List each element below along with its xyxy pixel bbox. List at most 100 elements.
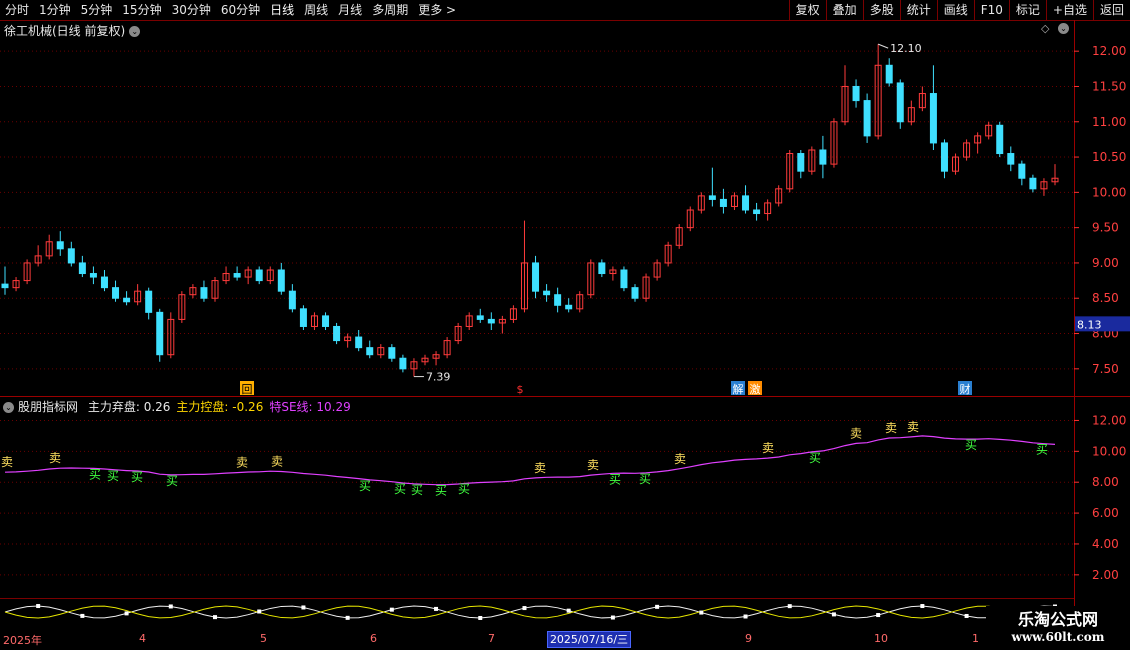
oscillator-yellow-line <box>4 605 1056 619</box>
oscillator-dot <box>610 615 615 620</box>
candle-body <box>56 241 64 250</box>
candle-body <box>277 269 285 292</box>
indicator-name: 股朋指标网 <box>18 400 79 414</box>
date-cursor-label: 2025/07/16/三 <box>547 631 631 648</box>
event-marker-0: 回 <box>242 383 253 396</box>
buy-signal: 买 <box>639 472 651 486</box>
sell-signal: 卖 <box>1 455 13 469</box>
date-label-6: 9 <box>745 632 752 645</box>
date-label-8: 1 <box>972 632 979 645</box>
indicator-axis-label: 2.00 <box>1092 568 1119 582</box>
buy-signal: 买 <box>89 467 101 481</box>
buy-signal: 买 <box>965 438 977 452</box>
oscillator-dot <box>964 613 969 618</box>
watermark-url: www.60lt.com <box>1011 630 1105 644</box>
oscillator-dot <box>831 612 836 617</box>
event-marker-2: 解 <box>733 382 744 396</box>
oscillator-white-line <box>4 605 1056 619</box>
candle-body <box>366 347 374 356</box>
indicator-value-0: 主力弃盘: 0.26 <box>87 400 171 414</box>
candle-body <box>819 149 827 165</box>
oscillator-dot <box>699 610 704 615</box>
buy-signal: 买 <box>394 482 406 496</box>
oscillator-dot <box>787 604 792 609</box>
buy-signal: 买 <box>166 474 178 488</box>
candle-body <box>532 262 540 292</box>
candle-body <box>355 336 363 349</box>
oscillator-dot <box>257 609 262 614</box>
oscillator-dot <box>743 614 748 619</box>
candle-body <box>565 304 573 310</box>
candle-body <box>620 269 628 289</box>
buy-signal: 买 <box>131 470 143 484</box>
candle-body <box>233 273 241 278</box>
candle-body <box>322 315 330 327</box>
event-marker-3: 激 <box>750 382 761 396</box>
candle-body <box>885 64 893 84</box>
price-label: 9.00 <box>1092 256 1119 270</box>
buy-signal: 买 <box>107 469 119 483</box>
candle-body <box>100 276 108 289</box>
candle-body <box>67 248 75 264</box>
price-label: 12.00 <box>1092 44 1126 58</box>
se-line <box>4 435 1056 486</box>
date-label-4: 7 <box>488 632 495 645</box>
oscillator-dot <box>80 613 85 618</box>
sell-signal: 卖 <box>236 456 248 470</box>
sell-signal: 卖 <box>885 421 897 435</box>
candle-body <box>929 93 937 144</box>
candle-body <box>896 82 904 123</box>
candle-body <box>333 325 341 342</box>
candle-body <box>123 297 131 303</box>
oscillator-dot <box>434 606 439 611</box>
oscillator-dot <box>522 606 527 611</box>
candle-body <box>200 287 208 299</box>
event-marker-4: 财 <box>960 382 971 396</box>
candle-body <box>399 357 407 370</box>
watermark-title: 乐淘公式网 <box>1017 610 1098 629</box>
candle-body <box>940 142 948 172</box>
candle-body <box>1 283 9 289</box>
price-label: 7.50 <box>1092 362 1119 376</box>
indicator-values: 主力弃盘: 0.26 主力控盘: -0.26 特SE线: 10.29 <box>82 400 351 414</box>
sell-signal: 卖 <box>587 458 599 472</box>
indicator-axis-label: 12.00 <box>1092 413 1126 427</box>
candle-body <box>476 315 484 320</box>
buy-signal: 买 <box>458 482 470 496</box>
oscillator-dot <box>389 607 394 612</box>
high-marker <box>877 43 889 49</box>
candle-body <box>288 290 296 310</box>
buy-signal: 买 <box>435 484 447 498</box>
watermark: 乐淘公式网 www.60lt.com <box>986 606 1130 650</box>
sell-signal: 卖 <box>49 451 61 465</box>
sell-signal: 卖 <box>850 426 862 440</box>
candle-body <box>719 198 727 207</box>
date-label-0: 2025年 <box>3 634 42 647</box>
oscillator-dot <box>345 615 350 620</box>
indicator-axis-label: 4.00 <box>1092 537 1119 551</box>
price-label: 10.00 <box>1092 185 1126 199</box>
candle-body <box>543 290 551 296</box>
low-label: 7.39 <box>426 371 451 384</box>
indicator-title-bar[interactable]: ⌄ 股朋指标网 主力弃盘: 0.26 主力控盘: -0.26 特SE线: 10.29 <box>3 398 351 415</box>
high-label: 12.10 <box>890 42 922 55</box>
candle-body <box>1029 177 1037 190</box>
indicator-axis-label: 6.00 <box>1092 506 1119 520</box>
date-label-7: 10 <box>874 632 888 645</box>
candle-body <box>112 287 120 299</box>
candle-body <box>554 294 562 306</box>
oscillator-dot <box>168 604 173 609</box>
candle-body <box>78 262 86 275</box>
candle-body <box>388 347 396 359</box>
candle-body <box>852 85 860 102</box>
indicator-value-1: 主力控盘: -0.26 <box>176 400 264 414</box>
candle-body <box>1018 163 1026 179</box>
event-marker-1: $ <box>517 383 524 396</box>
price-label: 9.50 <box>1092 221 1119 235</box>
candle-body <box>89 273 97 278</box>
buy-signal: 买 <box>609 472 621 486</box>
chevron-down-icon[interactable]: ⌄ <box>3 402 14 413</box>
candle-body <box>996 124 1004 155</box>
candle-body <box>487 318 495 324</box>
indicator-value-2: 特SE线: 10.29 <box>269 400 351 414</box>
